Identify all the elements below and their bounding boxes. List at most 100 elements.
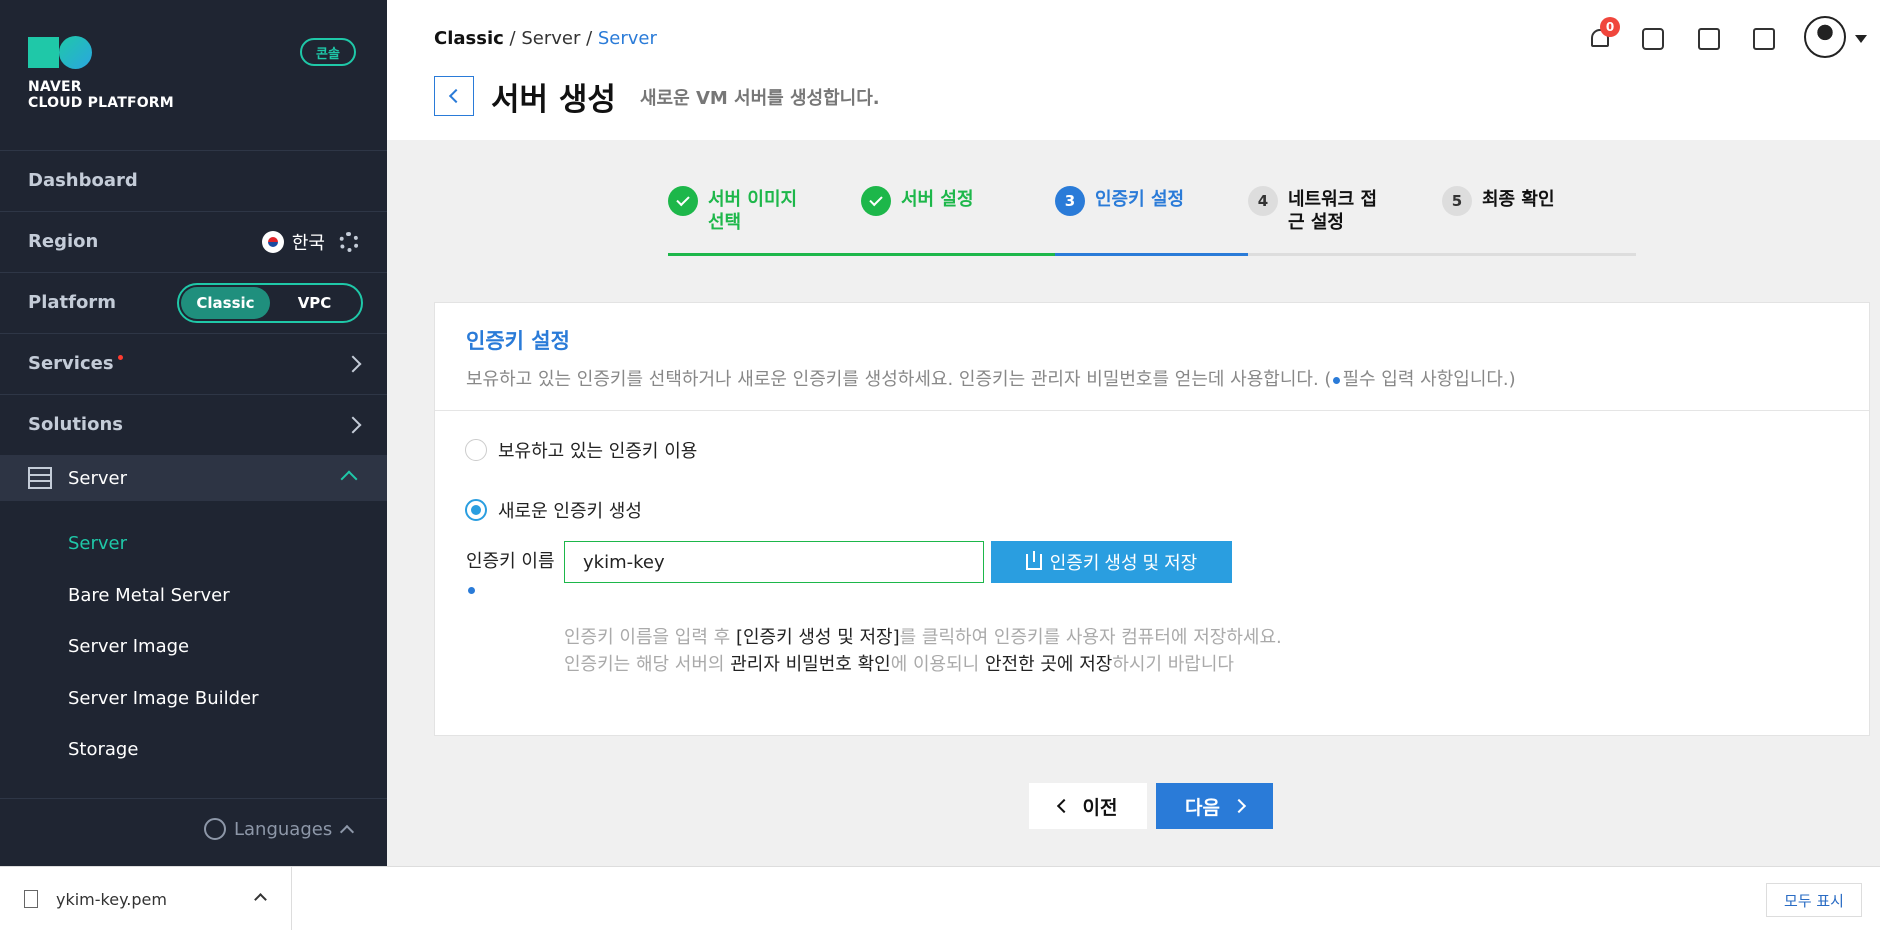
languages-button[interactable]: Languages [204, 818, 355, 840]
dashboard-label: Dashboard [28, 170, 138, 191]
sidebar-item-platform: Platform Classic VPC [0, 272, 387, 332]
key-name-label-text: 인증키 이름 [466, 551, 555, 572]
sidebar: NAVER CLOUD PLATFORM 콘솔 Dashboard Region… [0, 0, 387, 866]
breadcrumb: Classic / Server / Server [434, 28, 657, 49]
download-bar: ykim-key.pem 모두 표시 [0, 866, 1880, 930]
step-label: 인증키 설정 [1095, 189, 1185, 210]
sidebar-item-dashboard[interactable]: Dashboard [0, 150, 387, 210]
chevron-right-icon [344, 355, 362, 372]
brand-text: NAVER CLOUD PLATFORM [28, 79, 174, 111]
brand-line1: NAVER [28, 79, 82, 95]
next-button[interactable]: 다음 [1156, 783, 1273, 829]
chat-icon[interactable] [1640, 26, 1666, 52]
platform-classic-option[interactable]: Classic [181, 286, 270, 319]
step-4: 4 네트워크 접근 설정 [1248, 186, 1442, 256]
radio-button[interactable] [465, 439, 487, 461]
key-name-input[interactable] [564, 541, 984, 583]
panel-desc-text: 보유하고 있는 인증키를 선택하거나 새로운 인증키를 생성하세요. 인증키는 … [466, 369, 1332, 390]
region-value[interactable]: 한국 [292, 229, 325, 255]
notification-badge: 0 [1600, 17, 1620, 37]
region-label: Region [28, 231, 99, 252]
server-icon [28, 467, 52, 489]
help-note-1: 인증키 이름을 입력 후 [인증키 생성 및 저장]를 클릭하여 인증키를 사용… [564, 627, 1282, 648]
panel-title: 인증키 설정 [466, 329, 570, 353]
download-file-name: ykim-key.pem [56, 889, 167, 909]
caret-down-icon[interactable] [1855, 35, 1867, 43]
required-dot-icon [468, 586, 475, 594]
page-title: 서버 생성 [491, 82, 616, 118]
radio-label: 보유하고 있는 인증키 이용 [498, 441, 698, 462]
logo-icon [28, 36, 174, 69]
step-bar [1055, 253, 1249, 256]
chevron-right-icon [1231, 798, 1247, 814]
step-5: 5 최종 확인 [1442, 186, 1636, 256]
step-1: 서버 이미지 선택 [668, 186, 862, 256]
sidebar-sub-server[interactable]: Server [68, 533, 127, 554]
help-note-2: 인증키는 해당 서버의 관리자 비밀번호 확인에 이용되니 안전한 곳에 저장하… [564, 654, 1234, 675]
radio-label: 새로운 인증키 생성 [498, 501, 642, 522]
sidebar-sub-storage[interactable]: Storage [68, 739, 138, 760]
prev-label: 이전 [1082, 796, 1118, 819]
avatar[interactable] [1804, 16, 1846, 58]
server-group-label: Server [68, 467, 128, 489]
step-label: 서버 이미지 선택 [708, 189, 798, 233]
prev-button[interactable]: 이전 [1029, 783, 1147, 829]
breadcrumb-current[interactable]: Server [598, 28, 657, 49]
chevron-up-icon [340, 824, 355, 840]
sidebar-sub-server-image[interactable]: Server Image [68, 636, 189, 657]
step-number: 5 [1442, 186, 1472, 216]
download-item[interactable]: ykim-key.pem [0, 867, 292, 930]
platform-vpc-option[interactable]: VPC [270, 287, 359, 319]
panel-header: 인증키 설정 보유하고 있는 인증키를 선택하거나 새로운 인증키를 생성하세요… [435, 303, 1869, 411]
languages-label: Languages [234, 818, 333, 840]
back-button[interactable] [434, 76, 474, 116]
sidebar-sub-bare-metal-server[interactable]: Bare Metal Server [68, 585, 230, 606]
generate-button-label: 인증키 생성 및 저장 [1049, 553, 1198, 573]
panel-description: 보유하고 있는 인증키를 선택하거나 새로운 인증키를 생성하세요. 인증키는 … [466, 365, 1838, 391]
sidebar-item-solutions[interactable]: Solutions [0, 394, 387, 454]
step-number: 4 [1248, 186, 1278, 216]
breadcrumb-item[interactable]: Classic [434, 28, 504, 49]
console-button[interactable]: 콘솔 [300, 38, 356, 66]
panel-desc-required: 필수 입력 사항입니다.) [1342, 369, 1516, 390]
app-root: NAVER CLOUD PLATFORM 콘솔 Dashboard Region… [0, 0, 1880, 930]
new-indicator-dot [117, 355, 123, 360]
sidebar-item-region: Region 한국 [0, 211, 387, 271]
step-bar [1248, 253, 1442, 256]
step-bar [861, 253, 1055, 256]
breadcrumb-item[interactable]: Server [521, 28, 580, 49]
step-bar [668, 253, 862, 256]
memo-icon[interactable] [1696, 26, 1722, 52]
divider [0, 798, 387, 799]
brand-logo[interactable]: NAVER CLOUD PLATFORM [28, 36, 174, 111]
download-icon [1025, 551, 1042, 570]
check-icon [668, 186, 698, 216]
sidebar-item-server-group[interactable]: Server [0, 455, 387, 501]
radio-new-key[interactable]: 새로운 인증키 생성 [465, 497, 642, 523]
step-progress: 서버 이미지 선택 서버 설정 3 인증키 설정 4 네트워크 접근 설정 5 … [668, 186, 1636, 256]
chevron-up-icon [340, 470, 358, 487]
chevron-left-icon [1056, 798, 1071, 814]
step-2: 서버 설정 [861, 186, 1055, 256]
check-icon [861, 186, 891, 216]
required-dot-icon [1333, 376, 1341, 384]
gear-icon[interactable] [339, 231, 359, 252]
chevron-left-icon [448, 88, 464, 104]
radio-existing-key[interactable]: 보유하고 있는 인증키 이용 [465, 437, 697, 463]
page-header: Classic / Server / Server 서버 생성 새로운 VM 서… [387, 0, 1880, 140]
step-label: 서버 설정 [901, 189, 974, 210]
page-subtitle: 새로운 VM 서버를 생성합니다. [640, 88, 880, 109]
sidebar-sub-server-image-builder[interactable]: Server Image Builder [68, 688, 259, 709]
show-all-button[interactable]: 모두 표시 [1766, 883, 1862, 917]
radio-button-selected[interactable] [465, 499, 487, 521]
sidebar-item-services[interactable]: Services [0, 333, 387, 393]
document-icon[interactable] [1751, 26, 1777, 52]
step-label: 최종 확인 [1482, 189, 1555, 210]
chevron-right-icon [344, 416, 362, 433]
services-label: Services [28, 353, 114, 374]
korea-flag-icon [261, 230, 284, 253]
step-bar [1442, 253, 1636, 256]
step-3: 3 인증키 설정 [1055, 186, 1249, 256]
solutions-label: Solutions [28, 414, 123, 435]
generate-save-key-button[interactable]: 인증키 생성 및 저장 [991, 541, 1232, 583]
